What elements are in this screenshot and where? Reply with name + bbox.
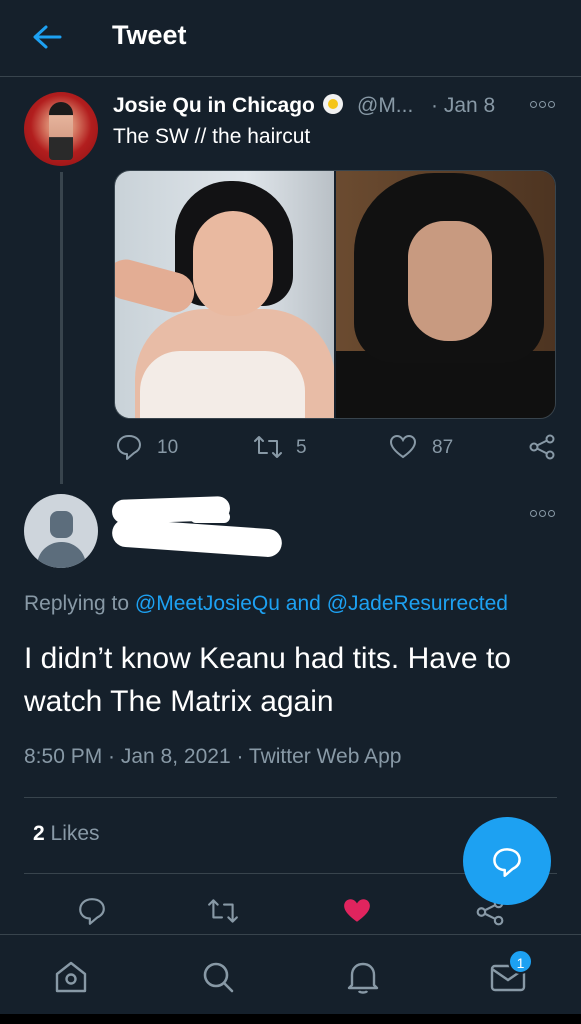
- thread-line: [60, 172, 63, 484]
- system-bar: [0, 1014, 581, 1024]
- replier-avatar[interactable]: [24, 494, 98, 568]
- fried-egg-emoji-icon: [323, 94, 343, 114]
- message-badge: 1: [508, 949, 533, 974]
- reply-count: 10: [157, 437, 179, 458]
- author-name[interactable]: Josie Qu in Chicago: [113, 94, 315, 118]
- replying-prefix: Replying to: [24, 592, 130, 615]
- tweet-date[interactable]: · Jan 8: [431, 94, 495, 118]
- reply-timestamp: 8:50 PM · Jan 8, 2021 · Twitter Web App: [24, 745, 402, 768]
- tweet-media[interactable]: [114, 170, 556, 419]
- heart-filled-icon[interactable]: [341, 896, 373, 926]
- home-icon[interactable]: [51, 957, 91, 997]
- reply-text: I didn’t know Keanu had tits. Have to wa…: [24, 642, 511, 718]
- share-icon[interactable]: [528, 433, 556, 461]
- more-options-icon[interactable]: [530, 508, 558, 518]
- likes-summary[interactable]: 2 Likes: [33, 822, 100, 846]
- replying-to: Replying to @MeetJosieQu and @JadeResurr…: [24, 592, 508, 616]
- retweet-count: 5: [296, 437, 307, 458]
- media-photo-right[interactable]: [336, 171, 555, 418]
- page-title: Tweet: [112, 20, 187, 50]
- bottom-navigation: [0, 934, 581, 1014]
- mention-conjunction: and: [285, 592, 321, 615]
- reply-icon[interactable]: [77, 896, 107, 926]
- top-bar: Tweet: [0, 0, 581, 77]
- likes-label: Likes: [50, 822, 100, 845]
- tweet-text: The SW // the haircut: [113, 125, 311, 148]
- compose-reply-button[interactable]: [463, 817, 551, 905]
- retweet-icon[interactable]: [207, 896, 239, 926]
- divider: [24, 797, 557, 798]
- reply-icon[interactable]: [115, 433, 143, 461]
- redacted-name-mark: [190, 511, 230, 523]
- more-options-icon[interactable]: [530, 99, 558, 109]
- arrow-left-icon[interactable]: [30, 22, 64, 52]
- media-photo-left[interactable]: [115, 171, 334, 418]
- retweet-icon[interactable]: [253, 433, 283, 461]
- likes-count: 2: [33, 822, 45, 845]
- redacted-handle: [111, 518, 283, 558]
- notifications-bell-icon[interactable]: [343, 957, 383, 997]
- author-handle[interactable]: @M...: [357, 94, 413, 118]
- author-avatar[interactable]: [24, 92, 98, 166]
- like-count: 87: [432, 437, 454, 458]
- search-icon[interactable]: [198, 957, 238, 997]
- mention-link[interactable]: @MeetJosieQu: [135, 592, 280, 615]
- heart-icon[interactable]: [389, 433, 417, 461]
- mention-link[interactable]: @JadeResurrected: [327, 592, 508, 615]
- reply-bubble-icon: [493, 848, 521, 877]
